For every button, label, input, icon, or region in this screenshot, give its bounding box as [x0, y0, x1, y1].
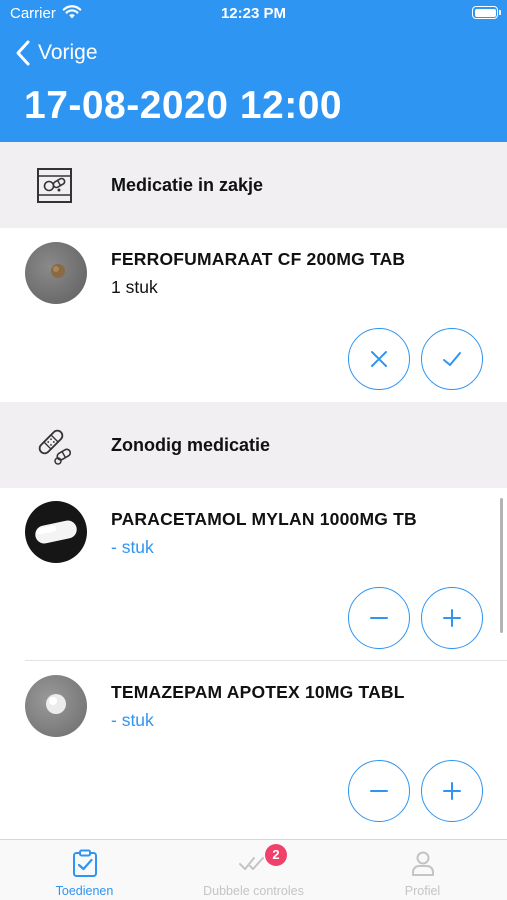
close-icon: [371, 351, 387, 367]
reject-button[interactable]: [348, 328, 410, 390]
medication-row: TEMAZEPAM APOTEX 10MG TABL - stuk: [0, 661, 507, 839]
chevron-left-icon: [16, 40, 30, 66]
bandage-pills-icon: [38, 429, 72, 465]
back-button[interactable]: Vorige: [14, 38, 98, 68]
person-icon: [412, 851, 434, 876]
confirm-button[interactable]: [421, 328, 483, 390]
increase-button[interactable]: [421, 587, 483, 649]
medication-bag-icon: [37, 168, 72, 203]
increase-button[interactable]: [421, 760, 483, 822]
tab-bar: Toedienen 2 Dubbele controles Profiel: [0, 839, 507, 900]
back-label: Vorige: [38, 41, 98, 64]
medication-photo: [25, 675, 87, 737]
tab-label: Toedienen: [55, 884, 114, 898]
decrease-button[interactable]: [348, 760, 410, 822]
minus-icon: [370, 790, 388, 792]
clipboard-check-icon: [73, 849, 97, 877]
notification-badge: 2: [265, 844, 287, 866]
medication-name: TEMAZEPAM APOTEX 10MG TABL: [111, 682, 405, 702]
tab-label: Dubbele controles: [203, 884, 304, 898]
medication-photo: [25, 501, 87, 563]
section-header-as-needed: Zonodig medicatie: [0, 402, 507, 488]
section-label: Zonodig medicatie: [111, 434, 271, 455]
status-time: 12:23 PM: [220, 5, 287, 22]
medication-row: PARACETAMOL MYLAN 1000MG TB - stuk: [0, 488, 507, 661]
plus-icon: [443, 782, 461, 800]
medication-quantity: - stuk: [111, 537, 154, 557]
tab-label: Profiel: [404, 884, 441, 898]
medication-photo: [25, 242, 87, 304]
plus-icon: [443, 609, 461, 627]
medication-quantity: - stuk: [111, 710, 154, 730]
tab-profiel[interactable]: Profiel: [338, 840, 507, 900]
section-label: Medicatie in zakje: [111, 174, 264, 195]
section-header-medication-bag: Medicatie in zakje: [0, 142, 507, 228]
medication-name: FERROFUMARAAT CF 200MG TAB: [111, 249, 406, 269]
tab-dubbele-controles[interactable]: 2 Dubbele controles: [169, 840, 338, 900]
header: Carrier 12:23 PM Vorige 17-08-2020 12:00: [0, 0, 507, 142]
status-bar: Carrier 12:23 PM: [0, 0, 507, 30]
tab-toedienen[interactable]: Toedienen: [0, 840, 169, 900]
medication-quantity: 1 stuk: [111, 277, 158, 297]
medication-row: FERROFUMARAAT CF 200MG TAB 1 stuk: [0, 228, 507, 402]
decrease-button[interactable]: [348, 587, 410, 649]
checkmark-icon: [443, 352, 461, 366]
page-title: 17-08-2020 12:00: [24, 84, 343, 127]
medication-name: PARACETAMOL MYLAN 1000MG TB: [111, 509, 417, 529]
battery-nub: [499, 10, 501, 15]
minus-icon: [370, 617, 388, 619]
battery-icon: [472, 6, 498, 19]
scrollbar[interactable]: [500, 498, 503, 633]
